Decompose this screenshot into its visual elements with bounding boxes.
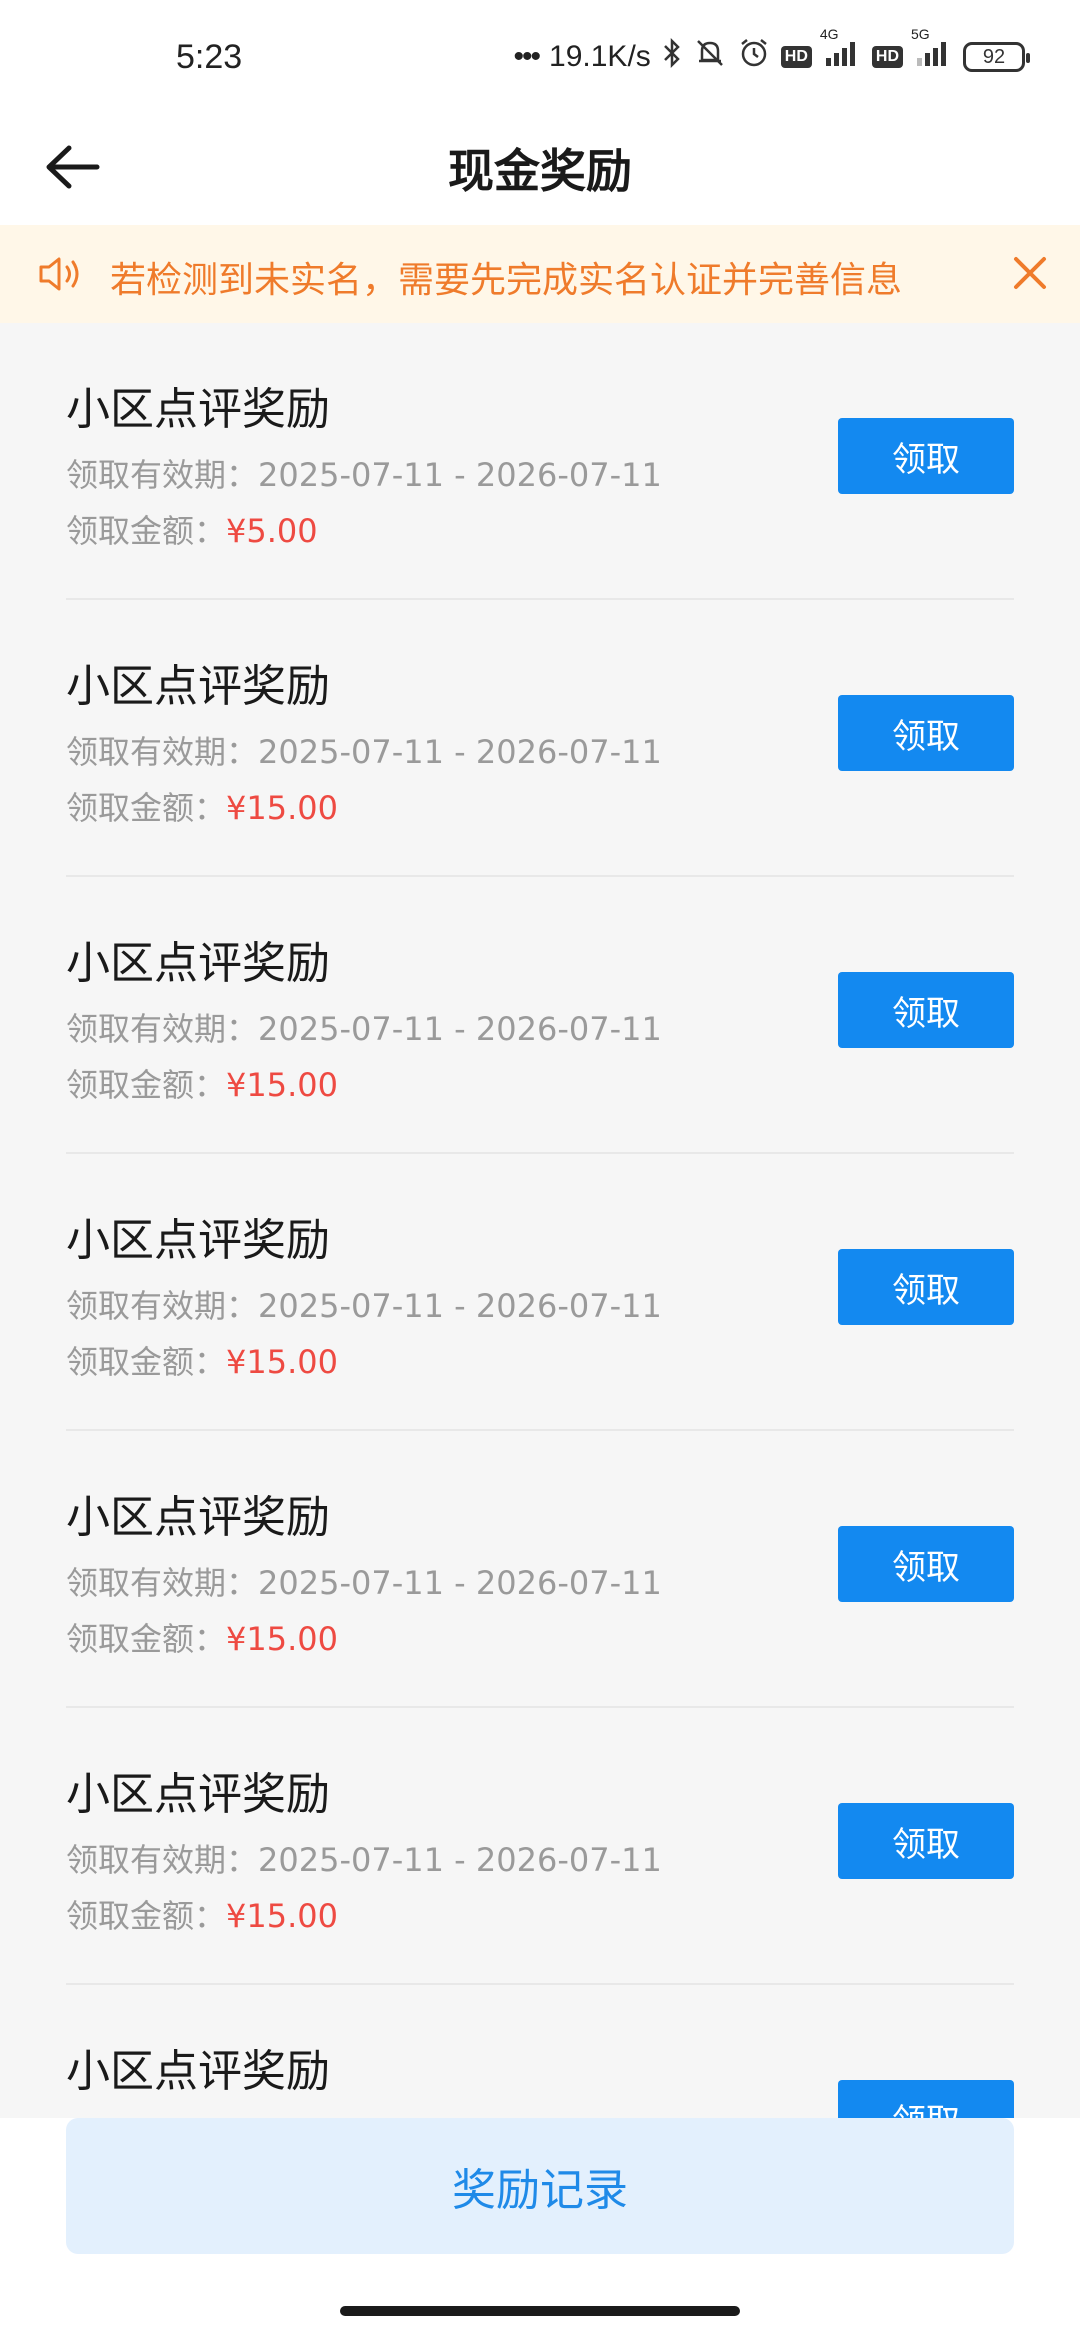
reward-amount: 领取金额：¥5.00 — [66, 506, 318, 552]
amount-value: ¥5.00 — [226, 512, 318, 550]
claim-button[interactable]: 领取 — [838, 695, 1014, 771]
validity-value: 2025-07-11 - 2026-07-11 — [258, 456, 662, 494]
reward-item: 小区点评奖励 领取有效期：2025-07-11 - 2026-07-11 领取金… — [66, 323, 1014, 600]
validity-value: 2025-07-11 - 2026-07-11 — [258, 733, 662, 771]
reward-validity: 领取有效期：2025-07-11 - 2026-07-11 — [66, 1281, 662, 1327]
reward-item: 小区点评奖励 领取有效期：2025-07-11 - 2026-07-11 领取金… — [66, 1431, 1014, 1708]
network-speed: 19.1K/s — [549, 40, 651, 73]
claim-button[interactable]: 领取 — [838, 2080, 1014, 2118]
validity-value: 2025-07-11 - 2026-07-11 — [258, 1564, 662, 1602]
screen: 5:23 ••• 19.1K/s HD 4G HD 5G 92 现金奖励 若检测… — [0, 0, 1080, 2340]
close-icon[interactable] — [1010, 253, 1050, 293]
reward-item: 小区点评奖励 领取有效期：2025-07-11 - 2026-07-11 领取金… — [66, 600, 1014, 877]
reward-title: 小区点评奖励 — [66, 661, 330, 712]
reward-item: 小区点评奖励 领取有效期：2025-07-11 - 2026-07-11 领取金… — [66, 1708, 1014, 1985]
notice-text: 若检测到未实名，需要先完成实名认证并完善信息 — [110, 260, 903, 301]
hd-badge-1: HD — [780, 46, 812, 68]
reward-item: 小区点评奖励 领取 — [66, 1985, 1014, 2118]
claim-button[interactable]: 领取 — [838, 1249, 1014, 1325]
validity-value: 2025-07-11 - 2026-07-11 — [258, 1841, 662, 1879]
amount-value: ¥15.00 — [226, 1620, 338, 1658]
home-indicator[interactable] — [340, 2306, 740, 2316]
reward-title: 小区点评奖励 — [66, 384, 330, 435]
status-bar: 5:23 ••• 19.1K/s HD 4G HD 5G 92 — [0, 0, 1080, 110]
reward-amount: 领取金额：¥15.00 — [66, 1891, 338, 1937]
claim-button[interactable]: 领取 — [838, 972, 1014, 1048]
bottom-bar: 奖励记录 — [0, 2118, 1080, 2340]
status-time: 5:23 — [176, 38, 243, 76]
validity-label: 领取有效期： — [66, 1010, 259, 1048]
reward-validity: 领取有效期：2025-07-11 - 2026-07-11 — [66, 1835, 662, 1881]
reward-title: 小区点评奖励 — [66, 2046, 330, 2097]
header: 现金奖励 — [0, 110, 1080, 225]
amount-label: 领取金额： — [66, 1897, 227, 1935]
claim-button[interactable]: 领取 — [838, 1803, 1014, 1879]
signal-4g-icon: 4G — [820, 26, 862, 76]
net-type-4g: 4G — [819, 26, 839, 42]
notice-banner: 若检测到未实名，需要先完成实名认证并完善信息 — [0, 225, 1080, 323]
amount-label: 领取金额： — [66, 1620, 227, 1658]
signal-5g-icon: 5G — [911, 26, 953, 76]
reward-validity: 领取有效期：2025-07-11 - 2026-07-11 — [66, 727, 662, 773]
alarm-icon — [737, 36, 771, 78]
validity-label: 领取有效期： — [66, 456, 259, 494]
amount-label: 领取金额： — [66, 1343, 227, 1381]
reward-title: 小区点评奖励 — [66, 1769, 330, 1820]
battery-icon: 92 — [963, 42, 1030, 72]
reward-list[interactable]: 小区点评奖励 领取有效期：2025-07-11 - 2026-07-11 领取金… — [0, 323, 1080, 2118]
status-icons: ••• 19.1K/s HD 4G HD 5G 92 — [513, 26, 1030, 78]
validity-label: 领取有效期： — [66, 1841, 259, 1879]
validity-label: 领取有效期： — [66, 1287, 259, 1325]
reward-item: 小区点评奖励 领取有效期：2025-07-11 - 2026-07-11 领取金… — [66, 1154, 1014, 1431]
claim-button[interactable]: 领取 — [838, 1526, 1014, 1602]
reward-amount: 领取金额：¥15.00 — [66, 1060, 338, 1106]
reward-title: 小区点评奖励 — [66, 1215, 330, 1266]
speaker-icon — [39, 257, 79, 291]
validity-label: 领取有效期： — [66, 733, 259, 771]
reward-validity: 领取有效期：2025-07-11 - 2026-07-11 — [66, 1558, 662, 1604]
reward-title: 小区点评奖励 — [66, 938, 330, 989]
more-dots-icon: ••• — [513, 40, 541, 73]
claim-button[interactable]: 领取 — [838, 418, 1014, 494]
reward-item: 小区点评奖励 领取有效期：2025-07-11 - 2026-07-11 领取金… — [66, 877, 1014, 1154]
reward-record-button[interactable]: 奖励记录 — [66, 2118, 1014, 2254]
reward-amount: 领取金额：¥15.00 — [66, 1337, 338, 1383]
validity-value: 2025-07-11 - 2026-07-11 — [258, 1010, 662, 1048]
reward-validity: 领取有效期：2025-07-11 - 2026-07-11 — [66, 1004, 662, 1050]
battery-level: 92 — [982, 45, 1006, 68]
amount-value: ¥15.00 — [226, 1066, 338, 1104]
amount-value: ¥15.00 — [226, 1343, 338, 1381]
amount-value: ¥15.00 — [226, 789, 338, 827]
bluetooth-icon — [661, 37, 683, 77]
amount-label: 领取金额： — [66, 512, 227, 550]
reward-amount: 领取金额：¥15.00 — [66, 1614, 338, 1660]
validity-label: 领取有效期： — [66, 1564, 259, 1602]
net-type-5g: 5G — [911, 26, 930, 42]
amount-label: 领取金额： — [66, 1066, 227, 1104]
reward-title: 小区点评奖励 — [66, 1492, 330, 1543]
amount-value: ¥15.00 — [226, 1897, 338, 1935]
hd-badge-2: HD — [871, 46, 903, 68]
bell-off-icon — [693, 36, 727, 78]
reward-validity: 领取有效期：2025-07-11 - 2026-07-11 — [66, 450, 662, 496]
validity-value: 2025-07-11 - 2026-07-11 — [258, 1287, 662, 1325]
amount-label: 领取金额： — [66, 789, 227, 827]
reward-amount: 领取金额：¥15.00 — [66, 783, 338, 829]
page-title: 现金奖励 — [448, 144, 632, 198]
